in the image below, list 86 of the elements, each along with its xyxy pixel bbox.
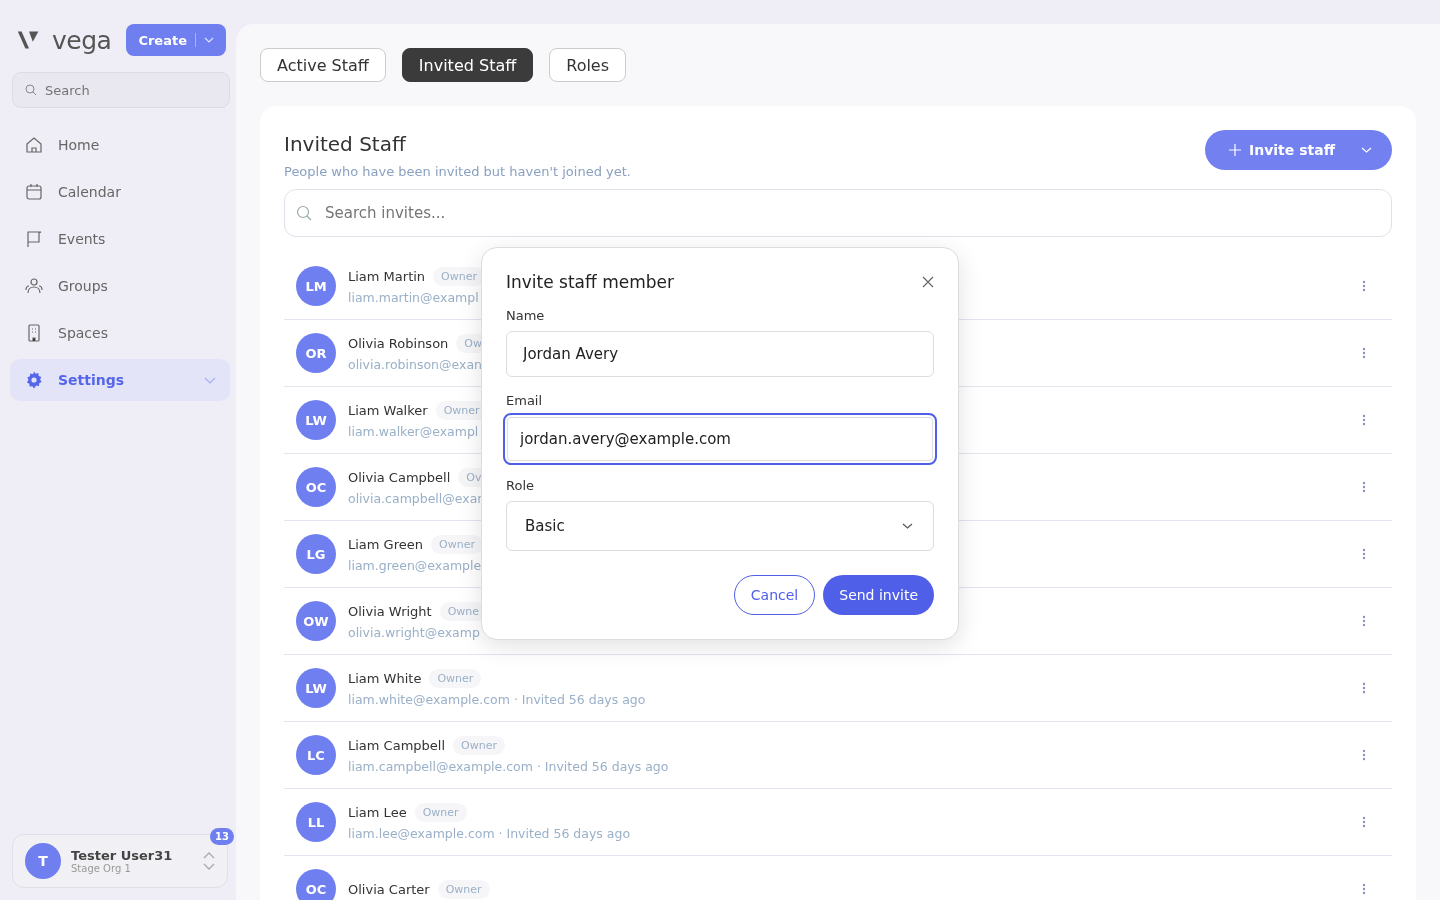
- staff-name: Olivia Campbell: [348, 470, 451, 485]
- panel-subtitle: People who have been invited but haven't joined yet.: [284, 164, 631, 179]
- more-icon[interactable]: [1362, 816, 1366, 828]
- send-invite-button[interactable]: Send invite: [823, 575, 934, 615]
- tab[interactable]: Invited Staff: [401, 48, 534, 82]
- role-select[interactable]: Basic: [506, 501, 934, 551]
- staff-name: Liam White: [348, 671, 422, 686]
- invite-details: liam.martin@exampl: [348, 290, 480, 305]
- cancel-button[interactable]: Cancel: [733, 575, 816, 615]
- nav-item[interactable]: Calendar: [10, 171, 230, 213]
- avatar: T: [25, 843, 61, 879]
- home-icon: [24, 135, 44, 155]
- more-icon[interactable]: [1362, 749, 1366, 761]
- role-badge: Owner: [437, 879, 490, 899]
- avatar: OC: [296, 869, 336, 900]
- more-icon[interactable]: [1362, 347, 1366, 359]
- user-name: Tester User31: [71, 848, 174, 863]
- field-label: Name: [506, 308, 546, 323]
- avatar: LG: [296, 534, 336, 574]
- staff-name: Liam Lee: [348, 805, 407, 820]
- more-icon[interactable]: [1362, 481, 1366, 493]
- staff-name: Liam Martin: [348, 269, 426, 284]
- avatar: OC: [296, 467, 336, 507]
- more-icon[interactable]: [1362, 682, 1366, 694]
- settings-icon: [24, 370, 44, 390]
- more-icon[interactable]: [1362, 883, 1366, 895]
- input-field[interactable]: Jordan Avery: [506, 331, 934, 377]
- invite-details: olivia.campbell@exar: [348, 491, 484, 506]
- avatar: LW: [296, 400, 336, 440]
- avatar: OW: [296, 601, 336, 641]
- invite-staff-button[interactable]: Invite staff: [1205, 130, 1392, 170]
- more-icon[interactable]: [1362, 280, 1366, 292]
- calendar-icon: [24, 182, 44, 202]
- plus-icon: [1229, 144, 1241, 156]
- people-icon: [24, 276, 44, 296]
- panel-title: Invited Staff: [284, 132, 408, 156]
- search-field[interactable]: Search invites...: [284, 189, 1392, 237]
- invite-details: olivia.wright@examp: [348, 625, 481, 640]
- search-icon: [25, 84, 37, 96]
- chevron-down-icon: [204, 37, 214, 43]
- search-field[interactable]: Search: [12, 72, 230, 108]
- nav-item[interactable]: Events: [10, 218, 230, 260]
- staff-name: Olivia Robinson: [348, 336, 449, 351]
- invite-details: liam.walker@exampl: [348, 424, 480, 439]
- search-icon: [296, 205, 312, 221]
- role-badge: Owner: [431, 535, 483, 554]
- field-label: Email: [506, 393, 544, 408]
- invite-details: liam.white@example.com · Invited 56 days ago: [348, 692, 647, 707]
- avatar: LM: [296, 266, 336, 306]
- tab[interactable]: Roles: [549, 48, 627, 82]
- input-field[interactable]: jordan.avery@example.com: [503, 413, 937, 465]
- tab[interactable]: Active Staff: [260, 48, 386, 82]
- staff-name: Olivia Wright: [348, 604, 432, 619]
- org-name: Stage Org 1: [71, 863, 132, 874]
- up-down-chevron-icon: [203, 852, 215, 870]
- more-icon[interactable]: [1362, 548, 1366, 560]
- invite-details: olivia.robinson@exan: [348, 357, 483, 372]
- role-badge: Owner: [414, 803, 467, 822]
- staff-name: Liam Green: [348, 537, 423, 552]
- invite-details: liam.lee@example.com · Invited 56 days ago: [348, 826, 632, 841]
- nav-item[interactable]: Groups: [10, 265, 230, 307]
- role-badge: Owner: [429, 669, 482, 688]
- brand-name: vega: [52, 25, 113, 55]
- create-button[interactable]: Create: [126, 24, 226, 56]
- avatar: LC: [296, 735, 336, 775]
- avatar: OR: [296, 333, 336, 373]
- nav-item[interactable]: Spaces: [10, 312, 230, 354]
- staff-name: Liam Campbell: [348, 738, 446, 753]
- chevron-down-icon: [902, 523, 913, 529]
- avatar: LW: [296, 668, 336, 708]
- dialog-title: Invite staff member: [506, 272, 674, 292]
- notification-badge: 13: [210, 828, 234, 845]
- nav-item[interactable]: Home: [10, 124, 230, 166]
- field-label: Role: [506, 478, 535, 493]
- role-badge: Owner: [453, 736, 505, 755]
- staff-name: Liam Walker: [348, 403, 428, 418]
- chevron-down-icon: [1361, 147, 1372, 153]
- close-icon[interactable]: [922, 276, 934, 288]
- nav-item[interactable]: Settings: [10, 359, 230, 401]
- invite-details: liam.green@example: [348, 558, 483, 573]
- more-icon[interactable]: [1362, 615, 1366, 627]
- flag-icon: [24, 229, 44, 249]
- invite-details: liam.campbell@example.com · Invited 56 days ago: [348, 759, 670, 774]
- staff-name: Olivia Carter: [348, 881, 430, 897]
- more-icon[interactable]: [1362, 414, 1366, 426]
- avatar: LL: [296, 802, 336, 842]
